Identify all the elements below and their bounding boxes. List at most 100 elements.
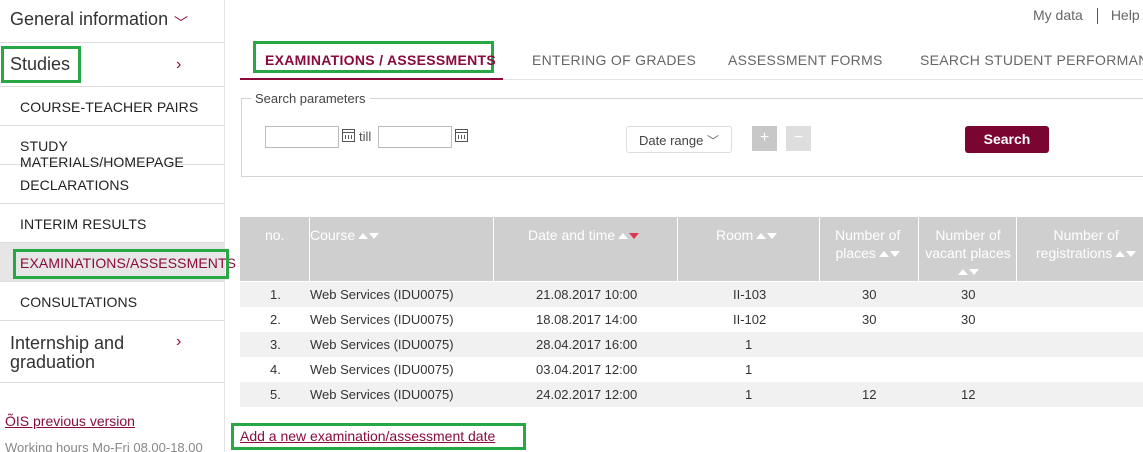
tab-search-performance[interactable]: SEARCH STUDENT PERFORMANCE: [920, 52, 1143, 68]
cell-places: 30: [862, 287, 877, 302]
date-from-input[interactable]: [265, 126, 339, 148]
sidebar-item-consultations[interactable]: CONSULTATIONS: [0, 282, 224, 321]
cell-vacant: 30: [961, 287, 976, 302]
col-vacant-text-2: vacant places: [925, 245, 1011, 261]
sidebar-item-label: INTERIM RESULTS: [20, 216, 147, 232]
sidebar-general-info-label: General information: [10, 9, 169, 29]
col-course[interactable]: Course: [310, 217, 494, 281]
col-vacant[interactable]: Number of vacant places: [919, 217, 1017, 281]
cell-course: Web Services (IDU0075): [310, 337, 454, 352]
sort-desc-icon[interactable]: [1126, 251, 1137, 258]
col-date[interactable]: Date and time: [494, 217, 678, 281]
table-row[interactable]: 4. Web Services (IDU0075) 03.04.2017 12:…: [240, 357, 1143, 382]
cell-room: 1: [745, 362, 753, 377]
chevron-down-icon: ﹀: [706, 134, 719, 148]
sidebar-item-label: COURSE-TEACHER PAIRS: [20, 99, 199, 115]
sidebar-item-declarations[interactable]: DECLARATIONS: [0, 165, 224, 204]
tab-examinations[interactable]: EXAMINATIONS / ASSESSMENTS: [265, 52, 496, 68]
add-examination-date-link[interactable]: Add a new examination/assessment date: [240, 428, 495, 444]
cell-no: 4.: [270, 362, 281, 377]
date-range-value: Date range: [639, 133, 704, 148]
divider: [1096, 8, 1098, 25]
col-room[interactable]: Room: [678, 217, 820, 281]
sort-asc-icon[interactable]: [756, 233, 767, 240]
cell-room: 1: [745, 387, 753, 402]
sidebar-item-label: DECLARATIONS: [20, 177, 130, 193]
top-links: My data Help: [1033, 7, 1140, 25]
sidebar-studies[interactable]: Studies ›: [0, 43, 224, 87]
table-row[interactable]: 5. Web Services (IDU0075) 24.02.2017 12:…: [240, 382, 1143, 407]
till-label: till: [359, 129, 372, 144]
sort-asc-icon[interactable]: [618, 233, 629, 240]
sort-desc-icon[interactable]: [889, 251, 900, 258]
table-row[interactable]: 1. Web Services (IDU0075) 21.08.2017 10:…: [240, 282, 1143, 307]
cell-places: 30: [862, 312, 877, 327]
sort-asc-icon[interactable]: [358, 233, 369, 240]
sort-asc-icon[interactable]: [1115, 251, 1126, 258]
previous-version-link[interactable]: ÕIS previous version: [5, 413, 135, 429]
col-course-label: Course: [310, 226, 380, 244]
table-row[interactable]: 2. Web Services (IDU0075) 18.08.2017 14:…: [240, 307, 1143, 332]
sidebar-item-course-teacher-pairs[interactable]: COURSE-TEACHER PAIRS: [0, 87, 224, 126]
sort-asc-icon[interactable]: [957, 269, 968, 276]
table-row[interactable]: 3. Web Services (IDU0075) 28.04.2017 16:…: [240, 332, 1143, 357]
sidebar-internship-line2: graduation: [10, 352, 96, 372]
col-places-text-2: places: [835, 245, 876, 261]
add-range-button[interactable]: +: [752, 126, 777, 151]
cell-course: Web Services (IDU0075): [310, 387, 454, 402]
cell-room: II-103: [733, 287, 767, 302]
col-places[interactable]: Number of places: [820, 217, 919, 281]
calendar-icon[interactable]: [455, 129, 468, 142]
col-room-label: Room: [716, 226, 778, 244]
col-places-label: Number of places: [835, 226, 900, 262]
help-link[interactable]: Help: [1111, 7, 1140, 23]
tab-entering-grades[interactable]: ENTERING OF GRADES: [532, 52, 696, 68]
col-registrations[interactable]: Number of registrations: [1017, 217, 1143, 281]
date-to-input[interactable]: [378, 126, 452, 148]
date-range-select[interactable]: Date range ﹀: [626, 126, 732, 153]
sidebar-item-examinations[interactable]: EXAMINATIONS/ASSESSMENTS: [0, 243, 236, 282]
sidebar-studies-label: Studies: [10, 54, 71, 74]
col-vacant-label: Number of vacant places: [922, 226, 1014, 280]
sidebar-general-info[interactable]: General information ﹀: [0, 0, 224, 43]
col-course-text: Course: [310, 227, 356, 243]
cell-room: II-102: [733, 312, 767, 327]
sidebar-item-study-materials[interactable]: STUDY MATERIALS/HOMEPAGE: [0, 126, 224, 170]
tab-assessment-forms[interactable]: ASSESSMENT FORMS: [728, 52, 883, 68]
col-registrations-text-2: registrations: [1036, 245, 1113, 261]
sidebar-item-label: EXAMINATIONS/ASSESSMENTS: [20, 255, 237, 271]
cell-course: Web Services (IDU0075): [310, 362, 454, 377]
sort-asc-icon[interactable]: [878, 251, 889, 258]
sort-desc-icon[interactable]: [767, 233, 778, 240]
sort-desc-icon[interactable]: [629, 233, 640, 240]
cell-no: 3.: [270, 337, 281, 352]
cell-date: 21.08.2017 10:00: [536, 287, 638, 302]
remove-range-button[interactable]: −: [786, 126, 811, 151]
search-legend: Search parameters: [251, 91, 370, 106]
cell-date: 03.04.2017 12:00: [536, 362, 638, 377]
cell-no: 2.: [270, 312, 281, 327]
sidebar-internship[interactable]: Internship and graduation ›: [0, 321, 224, 383]
col-registrations-label: Number of registrations: [1036, 226, 1137, 262]
sidebar-item-interim-results[interactable]: INTERIM RESULTS: [0, 204, 224, 243]
sidebar-internship-label: Internship and graduation: [10, 334, 124, 372]
search-button[interactable]: Search: [965, 126, 1049, 153]
cell-date: 18.08.2017 14:00: [536, 312, 638, 327]
calendar-icon[interactable]: [342, 129, 355, 142]
cell-room: 1: [745, 337, 753, 352]
sort-desc-icon[interactable]: [968, 269, 979, 276]
sort-desc-icon[interactable]: [369, 233, 380, 240]
col-places-text-1: Number of: [835, 227, 901, 243]
my-data-link[interactable]: My data: [1033, 7, 1083, 23]
col-no[interactable]: no.: [240, 217, 310, 281]
sidebar-internship-line1: Internship and: [10, 333, 125, 353]
sidebar-item-label: CONSULTATIONS: [20, 294, 138, 310]
cell-course: Web Services (IDU0075): [310, 287, 454, 302]
cell-date: 28.04.2017 16:00: [536, 337, 638, 352]
col-room-text: Room: [716, 227, 754, 243]
cell-no: 1.: [270, 287, 281, 302]
sidebar: General information ﹀ Studies › COURSE-T…: [0, 0, 236, 452]
tab-bar: EXAMINATIONS / ASSESSMENTS ENTERING OF G…: [240, 44, 1143, 80]
chevron-down-icon: ﹀: [174, 15, 188, 31]
col-vacant-text-1: Number of: [935, 227, 1001, 243]
